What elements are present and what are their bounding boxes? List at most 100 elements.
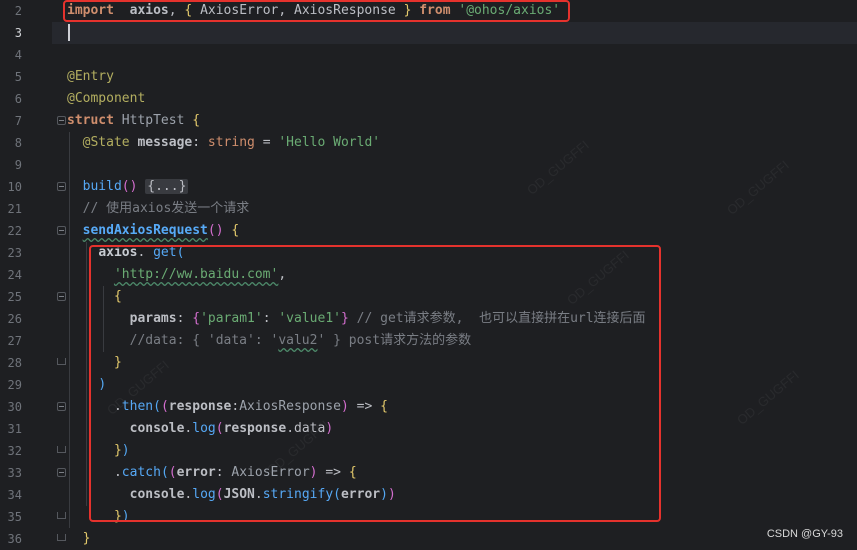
code-line[interactable]: @State message: string = 'Hello World' [67,132,380,154]
line-number: 3 [14,26,22,40]
code-token: ( [153,399,161,414]
code-line[interactable]: struct HttpTest { [67,110,200,132]
fold-toggle-icon[interactable] [57,182,66,191]
code-token: } [113,355,122,370]
fold-end-marker[interactable] [57,534,66,541]
fold-toggle-icon[interactable] [57,116,66,125]
line-number: 27 [7,334,22,348]
code-token: string [207,135,255,150]
code-token: sendAxiosRequest [82,223,208,238]
code-token: log [192,421,216,436]
code-token: from [419,3,451,18]
code-token: '@ohos/axios' [458,3,561,18]
code-token: @State [67,135,130,150]
line-number: 35 [7,510,22,524]
line-number: 2 [14,4,22,18]
indent-guide [103,286,104,352]
line-number: 25 [7,290,22,304]
fold-end-marker[interactable] [57,358,66,365]
code-token: , [168,3,185,18]
code-token: 'http://ww.baidu.com' [113,267,279,282]
code-token: import [67,3,114,18]
code-editor[interactable]: 2 3 4 5 6 7 8 9 10 21 22 23 24 25 26 27 28 29 30 31 32 33 34 35… [0,0,857,550]
code-token: => [317,465,349,480]
code-token: ( [215,421,224,436]
indent-guide [86,242,87,506]
code-line[interactable]: { [67,286,122,308]
fold-toggle-icon[interactable] [57,292,66,301]
line-number: 36 [7,532,22,546]
code-line[interactable]: build() {...} [67,176,189,198]
code-token: : [262,311,279,326]
code-token: ( [333,487,341,502]
code-line[interactable]: //data: { 'data': 'valu2' } post请求方法的参数 [67,330,471,352]
code-line[interactable]: import axios, { AxiosError, AxiosRespons… [67,0,560,22]
code-token: HttpTest [121,113,185,128]
code-token: error [340,487,381,502]
code-line[interactable]: } [67,352,122,374]
fold-toggle-icon[interactable] [57,402,66,411]
code-line[interactable]: console.log(JSON.stringify(error)) [67,484,396,506]
fold-toggle-icon[interactable] [57,468,66,477]
code-token: { [192,311,201,326]
line-number: 5 [14,70,22,84]
line-number: 26 [7,312,22,326]
code-token: { [113,289,122,304]
line-number: 10 [7,180,22,194]
code-token: 'Hello World' [278,135,381,150]
code-line[interactable]: }) [67,440,130,462]
code-token: { [380,399,388,414]
code-line[interactable]: .catch((error: AxiosError) => { [67,462,357,484]
line-number: 8 [14,136,22,150]
code-token: 'param1' [200,311,263,326]
text-caret [68,24,70,41]
code-line[interactable]: @Component [67,88,145,110]
code-token: ( [160,399,169,414]
code-token: ( [176,245,185,260]
code-line[interactable]: sendAxiosRequest() { [67,220,240,242]
code-token: ) [380,487,388,502]
fold-toggle-icon[interactable] [57,226,66,235]
code-line[interactable]: // 使用axios发送一个请求 [67,198,250,220]
code-line[interactable]: params: {'param1': 'value1'} // get请求参数,… [67,308,646,330]
code-token: console [129,487,185,502]
code-line[interactable]: axios. get( [67,242,184,264]
fold-end-marker[interactable] [57,446,66,453]
code-line[interactable]: }) [67,506,130,528]
code-line[interactable]: } [67,528,91,550]
line-number: 33 [7,466,22,480]
code-token: . [67,465,122,480]
code-token: @Entry [67,69,114,84]
faint-watermark-text: OD_GUGFFI [564,247,632,308]
code-token: => [348,399,381,414]
code-token: = [254,135,279,150]
folded-region[interactable]: {...} [145,179,189,194]
code-token: struct [67,113,114,128]
line-number: 9 [14,158,22,172]
code-line[interactable]: 'http://ww.baidu.com', [67,264,286,286]
fold-end-marker[interactable] [57,512,66,519]
code-token: AxiosResponse [239,399,341,414]
code-token: log [192,487,216,502]
code-token: JSON [223,487,255,502]
code-token: AxiosError, AxiosResponse [192,3,404,18]
code-token: error [176,465,216,480]
line-number: 24 [7,268,22,282]
csdn-watermark: CSDN @GY-93 [766,528,843,540]
code-token: response [223,421,287,436]
code-line[interactable]: @Entry [67,66,114,88]
code-line[interactable]: console.log(response.data) [67,418,334,440]
code-token: } [82,531,91,546]
code-token: . [254,487,263,502]
code-token: ' } post请求方法的参数 [317,333,472,348]
